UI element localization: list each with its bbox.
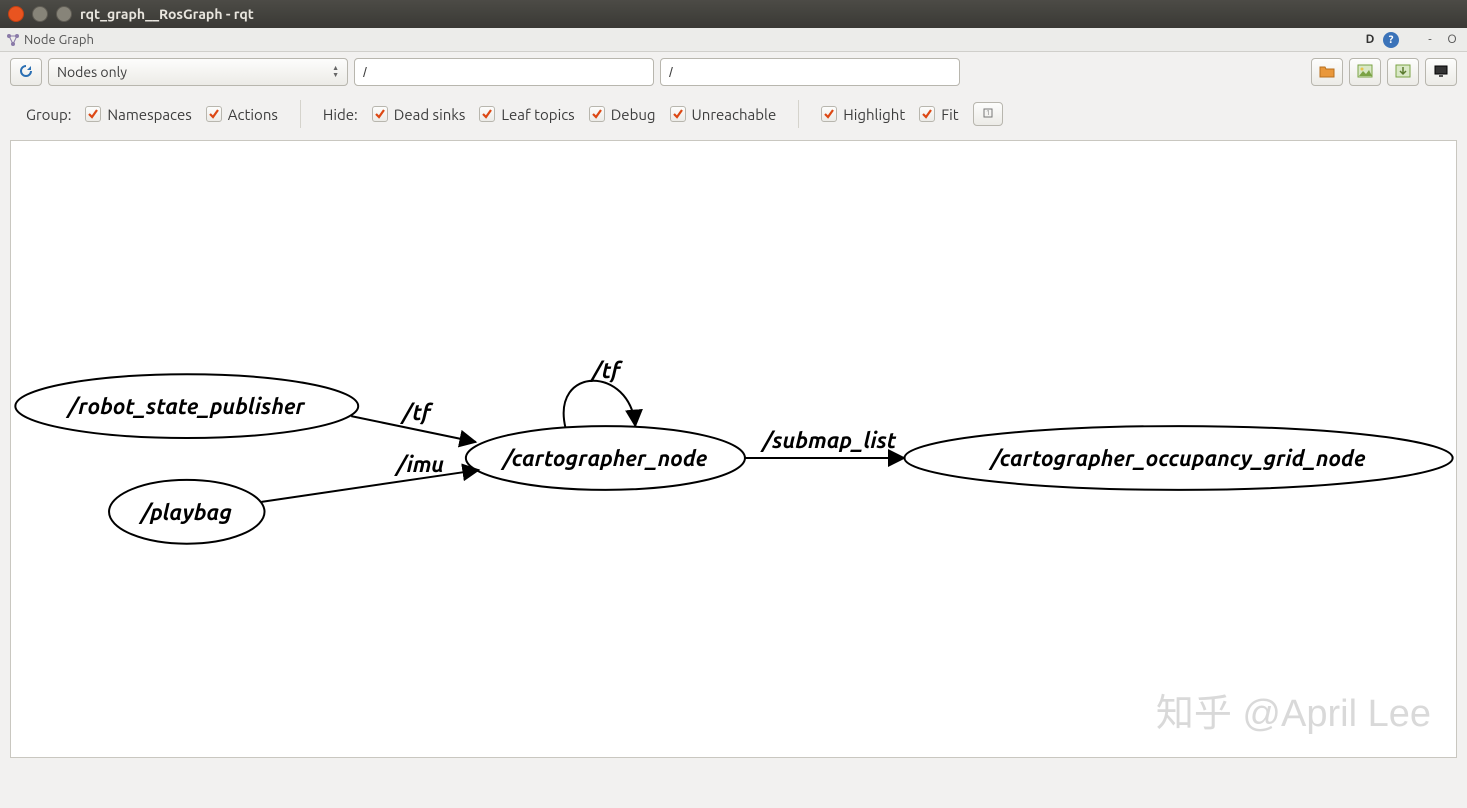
checkbox-label: Unreachable: [692, 106, 777, 123]
graph-canvas[interactable]: /robot_state_publisher /playbag /cartogr…: [10, 140, 1457, 758]
node-label: /playbag: [138, 501, 233, 525]
checkbox-label: Fit: [941, 106, 958, 123]
checkbox-label: Highlight: [843, 106, 905, 123]
save-image-button[interactable]: [1349, 58, 1381, 86]
toolbar: Nodes only ▲▼: [0, 52, 1467, 92]
monitor-icon: [1433, 64, 1449, 81]
zoom-icon: 1: [981, 106, 995, 123]
topic-filter-input[interactable]: [660, 58, 960, 86]
checkbox-label: Dead sinks: [394, 106, 466, 123]
folder-icon: [1319, 64, 1335, 81]
save-image-icon: [1357, 64, 1373, 81]
checkbox-dead-sinks[interactable]: Dead sinks: [372, 106, 466, 123]
group-label: Group:: [26, 106, 71, 123]
maximize-icon[interactable]: [56, 6, 72, 22]
checkbox-label: Actions: [228, 106, 278, 123]
refresh-icon: [18, 63, 34, 82]
dock-minimize-button[interactable]: -: [1421, 31, 1439, 49]
window-titlebar: rqt_graph__RosGraph - rqt: [0, 0, 1467, 28]
node-graph-icon: [6, 33, 20, 47]
node-filter-combo[interactable]: Nodes only ▲▼: [48, 58, 348, 86]
checkbox-highlight[interactable]: Highlight: [821, 106, 905, 123]
checkbox-debug[interactable]: Debug: [589, 106, 656, 123]
checkbox-fit[interactable]: Fit: [919, 106, 958, 123]
checkbox-label: Leaf topics: [501, 106, 574, 123]
checkbox-icon: [85, 106, 101, 122]
edge-label: /tf: [588, 359, 623, 383]
minimize-icon[interactable]: [32, 6, 48, 22]
edge-label: /imu: [393, 453, 444, 477]
checkbox-actions[interactable]: Actions: [206, 106, 278, 123]
node-filter-input[interactable]: [354, 58, 654, 86]
edge-imu: [262, 470, 479, 502]
open-file-button[interactable]: [1311, 58, 1343, 86]
checkbox-label: Namespaces: [107, 106, 191, 123]
window-title: rqt_graph__RosGraph - rqt: [80, 6, 254, 22]
load-dot-button[interactable]: [1387, 58, 1419, 86]
separator: [300, 100, 301, 128]
checkbox-icon: [372, 106, 388, 122]
edge-label: /submap_list: [759, 429, 897, 453]
dperspective-button[interactable]: D: [1361, 31, 1379, 49]
checkbox-leaf-topics[interactable]: Leaf topics: [479, 106, 574, 123]
node-label: /robot_state_publisher: [65, 395, 306, 419]
dock-header: Node Graph D ? - O: [0, 28, 1467, 52]
combo-selected-label: Nodes only: [57, 64, 127, 80]
edge-label: /tf: [399, 401, 434, 425]
checkbox-icon: [589, 106, 605, 122]
checkbox-icon: [821, 106, 837, 122]
chevron-updown-icon: ▲▼: [332, 65, 339, 79]
node-label: /cartographer_node: [500, 447, 708, 471]
checkbox-unreachable[interactable]: Unreachable: [670, 106, 777, 123]
view-button[interactable]: [1425, 58, 1457, 86]
checkbox-icon: [670, 106, 686, 122]
dock-title: Node Graph: [24, 33, 94, 47]
svg-text:1: 1: [986, 109, 990, 117]
help-icon[interactable]: ?: [1383, 32, 1399, 48]
ros-graph-svg: /robot_state_publisher /playbag /cartogr…: [11, 141, 1456, 757]
zoom-button[interactable]: 1: [973, 102, 1003, 126]
checkbox-icon: [919, 106, 935, 122]
hide-label: Hide:: [323, 106, 358, 123]
checkbox-namespaces[interactable]: Namespaces: [85, 106, 191, 123]
checkbox-icon: [206, 106, 222, 122]
load-dot-icon: [1395, 64, 1411, 81]
separator: [798, 100, 799, 128]
checkbox-icon: [479, 106, 495, 122]
dock-float-button[interactable]: O: [1443, 31, 1461, 49]
node-label: /cartographer_occupancy_grid_node: [988, 447, 1366, 471]
checkbox-label: Debug: [611, 106, 656, 123]
edge-tf-self: [564, 381, 636, 428]
options-bar: Group: Namespaces Actions Hide: Dead sin…: [0, 92, 1467, 140]
refresh-button[interactable]: [10, 58, 42, 86]
close-icon[interactable]: [8, 6, 24, 22]
